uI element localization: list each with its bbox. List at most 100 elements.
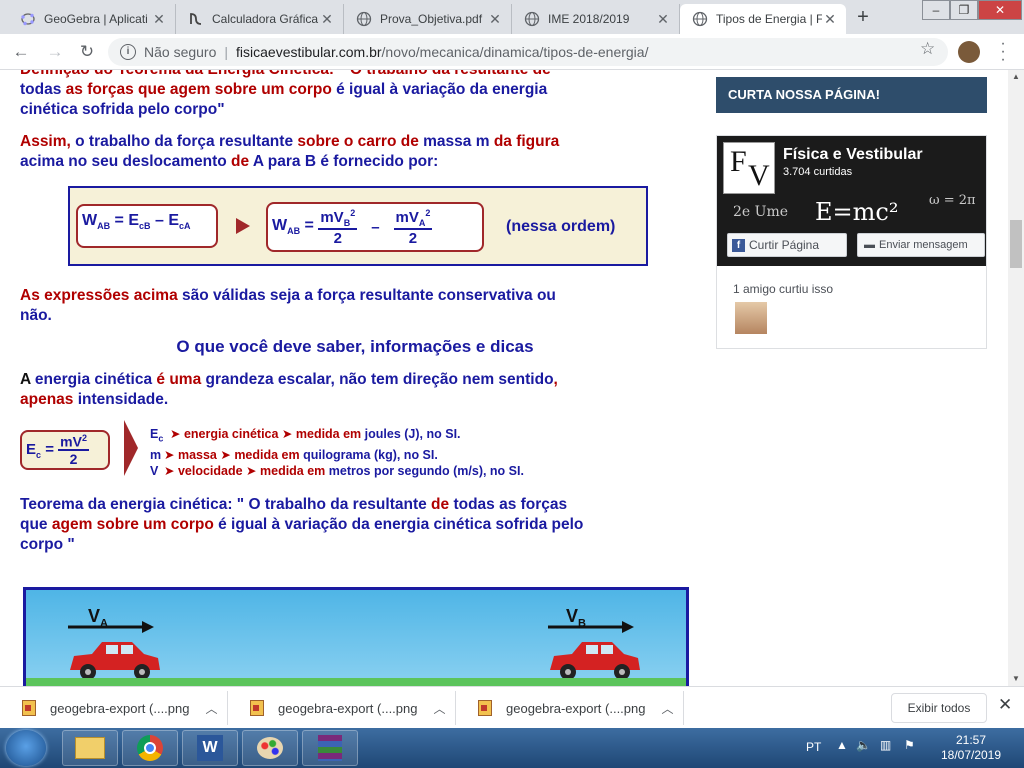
chevron-up-icon[interactable]: ︿ <box>433 700 445 717</box>
globe-icon <box>692 11 708 27</box>
chevron-up-icon[interactable]: ︿ <box>205 700 217 717</box>
tab-ime[interactable]: IME 2018/2019 ✕ <box>512 4 680 34</box>
download-item[interactable]: geogebra-export (....png ︿ <box>228 691 456 725</box>
winrar-taskbar-button[interactable] <box>302 730 358 766</box>
close-icon[interactable]: ✕ <box>655 11 671 28</box>
new-tab-button[interactable]: + <box>852 6 874 29</box>
vertical-scrollbar[interactable]: ▲ ▼ <box>1008 70 1024 686</box>
downloads-bar: geogebra-export (....png ︿ geogebra-expor… <box>0 686 1024 728</box>
tab-geogebra[interactable]: GeoGebra | Aplicati ✕ <box>8 4 176 34</box>
ground <box>26 678 686 686</box>
tab-title: Tipos de Energia | F <box>716 12 822 26</box>
tab-title: IME 2018/2019 <box>548 12 630 26</box>
tab-tipos-de-energia[interactable]: Tipos de Energia | F ✕ <box>680 4 846 34</box>
scroll-up-icon[interactable]: ▲ <box>1012 72 1020 81</box>
tab-strip: GeoGebra | Aplicati ✕ Calculadora Gráfic… <box>0 0 1024 34</box>
work-equation-figure: WAB = EcB – EcA WAB = mVB2 2 – mVA2 2 (nes… <box>68 186 648 266</box>
word-taskbar-button[interactable]: W <box>182 730 238 766</box>
facebook-icon: f <box>732 238 745 252</box>
chrome-taskbar-button[interactable] <box>122 730 178 766</box>
scrollbar-thumb[interactable] <box>1010 220 1022 268</box>
expressions-line-1: As expressões acima são válidas seja a f… <box>20 287 556 304</box>
page-name[interactable]: Física e Vestibular <box>783 146 923 164</box>
definition-line-2: todas as forças que agem sobre um corpo … <box>20 81 548 98</box>
variable-legend: Ec ➤ energia cinética ➤ medida em joules … <box>150 426 524 479</box>
browser-toolbar: ← → ↻ i Não seguro | fisicaevestibular.c… <box>0 34 1024 70</box>
close-icon[interactable]: ✕ <box>822 11 838 28</box>
info-icon[interactable]: i <box>120 44 136 60</box>
legend-row: Ec ➤ energia cinética ➤ medida em joules … <box>150 427 461 444</box>
close-icon[interactable]: ✕ <box>319 11 335 28</box>
geogebra-icon <box>20 11 36 27</box>
window-close-button[interactable]: ✕ <box>978 0 1022 20</box>
arrow-right-icon <box>548 621 634 633</box>
image-file-icon <box>22 700 36 716</box>
theorem-line-1: Teorema da energia cinética: " O trabalh… <box>20 496 568 513</box>
paint-taskbar-button[interactable] <box>242 730 298 766</box>
word-icon: W <box>197 735 223 761</box>
windows-taskbar: W PT ▲ 🔈 ▥ ⚑ 21:57 18/07/2019 <box>0 728 1024 768</box>
order-note: (nessa ordem) <box>506 218 616 235</box>
scroll-down-icon[interactable]: ▼ <box>1012 674 1020 683</box>
url-separator: | <box>224 44 229 60</box>
message-icon: ▬ <box>864 239 875 251</box>
image-file-icon <box>478 700 492 716</box>
address-bar[interactable]: i Não seguro | fisicaevestibular.com.br /… <box>108 38 948 66</box>
kinetic-line-1: A energia cinética é uma grandeza escala… <box>20 371 558 388</box>
bookmark-star-icon[interactable]: ☆ <box>920 39 935 59</box>
tab-title: Prova_Objetiva.pdf <box>380 12 483 26</box>
menu-icon[interactable]: · · · <box>995 36 1011 68</box>
close-icon[interactable]: ✕ <box>998 695 1012 715</box>
tab-calculadora[interactable]: Calculadora Gráfica ✕ <box>176 4 344 34</box>
download-item[interactable]: geogebra-export (....png ︿ <box>0 691 228 725</box>
forward-icon[interactable]: → <box>44 42 66 62</box>
chevron-up-icon[interactable]: ▲ <box>836 738 848 752</box>
work-equation-right: WAB = mVB2 2 – mVA2 2 <box>266 202 484 252</box>
expressions-line-2: não. <box>20 307 52 324</box>
assim-line-2: acima no seu deslocamento de A para B é … <box>20 153 439 170</box>
page-logo[interactable]: FV <box>723 142 775 194</box>
tab-title: GeoGebra | Aplicati <box>44 12 148 26</box>
profile-avatar[interactable] <box>958 41 980 63</box>
url-path: /novo/mecanica/dinamica/tipos-de-energia… <box>381 44 649 60</box>
tab-prova[interactable]: Prova_Objetiva.pdf ✕ <box>344 4 512 34</box>
show-all-downloads-button[interactable]: Exibir todos <box>891 693 987 723</box>
like-page-button[interactable]: f Curtir Página <box>727 233 847 257</box>
back-icon[interactable]: ← <box>10 42 32 62</box>
paint-icon <box>257 737 283 759</box>
big-arrow-icon <box>124 420 138 476</box>
arrow-right-icon <box>68 621 154 633</box>
arrow-right-icon <box>236 218 250 234</box>
close-icon[interactable]: ✕ <box>151 11 167 28</box>
desmos-icon <box>188 11 204 27</box>
friend-avatar[interactable] <box>735 302 767 334</box>
page-content: Definição do Teorema da Energia Cinética… <box>0 70 1008 686</box>
globe-icon <box>524 11 540 27</box>
kinetic-formula-box: Ec = mV2 2 <box>20 430 110 470</box>
start-button[interactable] <box>6 730 46 766</box>
minimize-button[interactable]: – <box>922 0 950 20</box>
close-icon[interactable]: ✕ <box>487 11 503 28</box>
facebook-cover: 2e Ume ω = 2π FV Física e Vestibular 3.70… <box>717 136 986 266</box>
winrar-icon <box>318 735 342 761</box>
sidebar-header: CURTA NOSSA PÁGINA! <box>716 77 987 113</box>
network-icon[interactable]: ▥ <box>880 738 891 752</box>
legend-row: m ➤ massa ➤ medida em quilograma (kg), no… <box>150 447 438 462</box>
chevron-up-icon[interactable]: ︿ <box>661 700 673 717</box>
flag-icon[interactable]: ⚑ <box>904 738 915 752</box>
download-item[interactable]: geogebra-export (....png ︿ <box>456 691 684 725</box>
section-heading: O que você deve saber, informações e dic… <box>176 337 534 356</box>
work-equation-left: WAB = EcB – EcA <box>76 204 218 248</box>
reload-icon[interactable]: ↻ <box>76 42 98 62</box>
assim-line-1: Assim, o trabalho da força resultante so… <box>20 133 560 150</box>
language-indicator[interactable]: PT <box>806 740 821 754</box>
send-message-button[interactable]: ▬ Enviar mensagem <box>857 233 985 257</box>
url-domain: fisicaevestibular.com.br <box>236 44 382 60</box>
tab-title: Calculadora Gráfica <box>212 12 319 26</box>
clock[interactable]: 21:57 18/07/2019 <box>936 733 1006 763</box>
folder-icon <box>75 737 105 759</box>
friend-likes: 1 amigo curtiu isso <box>733 282 834 296</box>
maximize-button[interactable]: ❐ <box>950 0 978 20</box>
speaker-icon[interactable]: 🔈 <box>856 738 871 752</box>
explorer-taskbar-button[interactable] <box>62 730 118 766</box>
